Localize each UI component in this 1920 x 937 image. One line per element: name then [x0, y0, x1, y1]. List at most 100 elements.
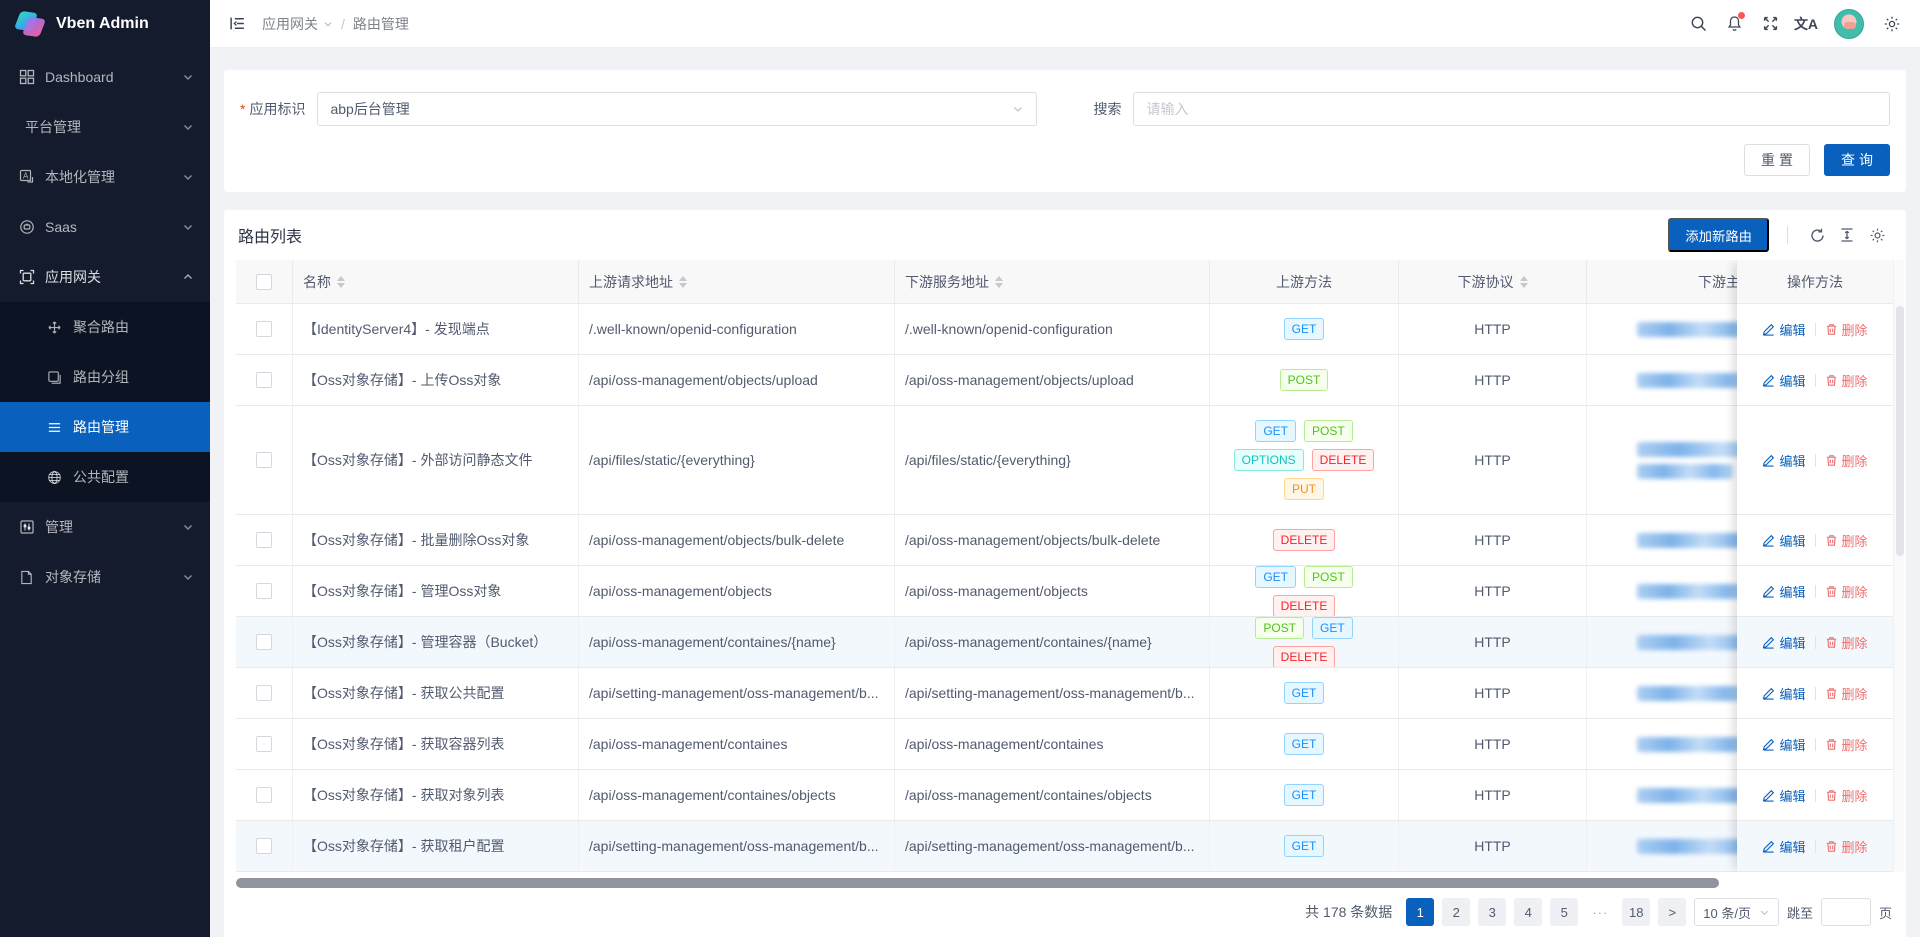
breadcrumb-parent[interactable]: 应用网关 — [262, 14, 333, 34]
row-checkbox[interactable] — [256, 685, 272, 701]
method-tag-options: OPTIONS — [1234, 449, 1304, 471]
jump-page-input[interactable] — [1821, 898, 1871, 926]
sort-icon[interactable] — [995, 276, 1003, 288]
app-logo[interactable]: Vben Admin — [0, 0, 210, 48]
settings-gear-icon[interactable] — [1874, 0, 1910, 48]
delete-button[interactable]: 删除 — [1825, 320, 1868, 339]
method-tags: GET — [1284, 733, 1325, 755]
search-icon[interactable] — [1680, 0, 1716, 48]
page-ellipsis[interactable]: ··· — [1586, 898, 1614, 926]
delete-button[interactable]: 删除 — [1825, 371, 1868, 390]
row-checkbox[interactable] — [256, 372, 272, 388]
select-all-checkbox[interactable] — [256, 274, 272, 290]
horizontal-scrollbar — [236, 878, 1894, 888]
edit-button[interactable]: 编辑 — [1762, 371, 1805, 390]
add-route-button[interactable]: 添加新路由 — [1668, 218, 1769, 252]
edit-button[interactable]: 编辑 — [1762, 531, 1805, 550]
route-name: 【Oss对象存储】- 外部访问静态文件 — [303, 450, 532, 470]
edit-button[interactable]: 编辑 — [1762, 582, 1805, 601]
delete-button[interactable]: 删除 — [1825, 786, 1868, 805]
sidebar-item-route-group[interactable]: 路由分组 — [0, 352, 210, 402]
edit-button[interactable]: 编辑 — [1762, 786, 1805, 805]
page-button-1[interactable]: 1 — [1406, 898, 1434, 926]
row-checkbox[interactable] — [256, 634, 272, 650]
row-checkbox[interactable] — [256, 736, 272, 752]
delete-button[interactable]: 删除 — [1825, 735, 1868, 754]
breadcrumb-separator: / — [341, 16, 345, 32]
edit-button[interactable]: 编辑 — [1762, 320, 1805, 339]
sidebar-item-manage[interactable]: 管理 — [0, 502, 210, 552]
pencil-icon — [1762, 789, 1775, 802]
translate-icon[interactable]: 文A — [1788, 0, 1824, 48]
page-button-4[interactable]: 4 — [1514, 898, 1542, 926]
query-button[interactable]: 查询 — [1824, 144, 1890, 176]
pencil-icon — [1762, 687, 1775, 700]
delete-button[interactable]: 删除 — [1825, 837, 1868, 856]
reset-button[interactable]: 重置 — [1744, 144, 1810, 176]
page-size-select[interactable]: 10 条/页 — [1694, 898, 1779, 926]
column-header-downstream[interactable]: 下游服务地址 — [895, 260, 1210, 303]
next-page-button[interactable]: > — [1658, 898, 1686, 926]
delete-button[interactable]: 删除 — [1825, 531, 1868, 550]
edit-button[interactable]: 编辑 — [1762, 451, 1805, 470]
horizontal-scrollbar-thumb[interactable] — [236, 878, 1719, 888]
page-button-5[interactable]: 5 — [1550, 898, 1578, 926]
column-header-protocol[interactable]: 下游协议 — [1399, 260, 1587, 303]
page-button-18[interactable]: 18 — [1622, 898, 1650, 926]
app-identifier-select[interactable]: abp后台管理 — [317, 92, 1037, 126]
search-label: 搜索 — [1093, 99, 1121, 119]
sidebar-item-public-config[interactable]: 公共配置 — [0, 452, 210, 502]
sidebar-item-gateway[interactable]: 应用网关 — [0, 252, 210, 302]
sidebar-item-route-manage[interactable]: 路由管理 — [0, 402, 210, 452]
sort-icon[interactable] — [679, 276, 687, 288]
refresh-icon[interactable] — [1802, 220, 1832, 250]
method-tags: GET — [1284, 784, 1325, 806]
edit-button[interactable]: 编辑 — [1762, 837, 1805, 856]
sidebar-item-platform[interactable]: 平台管理 — [0, 102, 210, 152]
column-settings-gear-icon[interactable] — [1862, 220, 1892, 250]
chevron-up-icon — [182, 271, 194, 283]
fullscreen-icon[interactable] — [1752, 0, 1788, 48]
route-name: 【Oss对象存储】- 获取容器列表 — [303, 734, 504, 754]
row-checkbox[interactable] — [256, 787, 272, 803]
sidebar-item-dashboard[interactable]: Dashboard — [0, 52, 210, 102]
upstream-path: /.well-known/openid-configuration — [589, 321, 797, 337]
route-name: 【Oss对象存储】- 管理Oss对象 — [303, 581, 501, 601]
edit-button[interactable]: 编辑 — [1762, 633, 1805, 652]
row-checkbox[interactable] — [256, 452, 272, 468]
menu-fold-icon[interactable] — [222, 9, 252, 39]
delete-button[interactable]: 删除 — [1825, 684, 1868, 703]
sidebar-item-saas[interactable]: Saas — [0, 202, 210, 252]
row-checkbox[interactable] — [256, 321, 272, 337]
search-input[interactable] — [1133, 92, 1890, 126]
pencil-icon — [1762, 454, 1775, 467]
avatar[interactable] — [1834, 9, 1864, 39]
delete-button[interactable]: 删除 — [1825, 582, 1868, 601]
table-row: 【Oss对象存储】- 获取公共配置 /api/setting-managemen… — [236, 668, 1893, 719]
page-button-3[interactable]: 3 — [1478, 898, 1506, 926]
row-checkbox[interactable] — [256, 583, 272, 599]
delete-button[interactable]: 删除 — [1825, 633, 1868, 652]
row-checkbox[interactable] — [256, 838, 272, 854]
page-button-2[interactable]: 2 — [1442, 898, 1470, 926]
row-height-icon[interactable] — [1832, 220, 1862, 250]
column-header-methods: 上游方法 — [1210, 260, 1399, 303]
edit-button[interactable]: 编辑 — [1762, 684, 1805, 703]
notification-bell-icon[interactable] — [1716, 0, 1752, 48]
sidebar-item-aggregate-route[interactable]: 聚合路由 — [0, 302, 210, 352]
app-title: Vben Admin — [56, 15, 149, 33]
column-header-upstream[interactable]: 上游请求地址 — [579, 260, 895, 303]
edit-button[interactable]: 编辑 — [1762, 735, 1805, 754]
host-address-redacted — [1637, 737, 1751, 752]
sidebar-item-object-storage[interactable]: 对象存储 — [0, 552, 210, 602]
delete-button[interactable]: 删除 — [1825, 451, 1868, 470]
vertical-scrollbar-thumb[interactable] — [1896, 306, 1904, 556]
sidebar-item-localization[interactable]: A 本地化管理 — [0, 152, 210, 202]
column-header-name[interactable]: 名称 — [293, 260, 579, 303]
chevron-down-icon — [182, 171, 194, 183]
row-checkbox[interactable] — [256, 532, 272, 548]
public-config-icon — [46, 469, 63, 486]
method-tag-get: GET — [1284, 835, 1325, 857]
sort-icon[interactable] — [1520, 276, 1528, 288]
sort-icon[interactable] — [337, 276, 345, 288]
